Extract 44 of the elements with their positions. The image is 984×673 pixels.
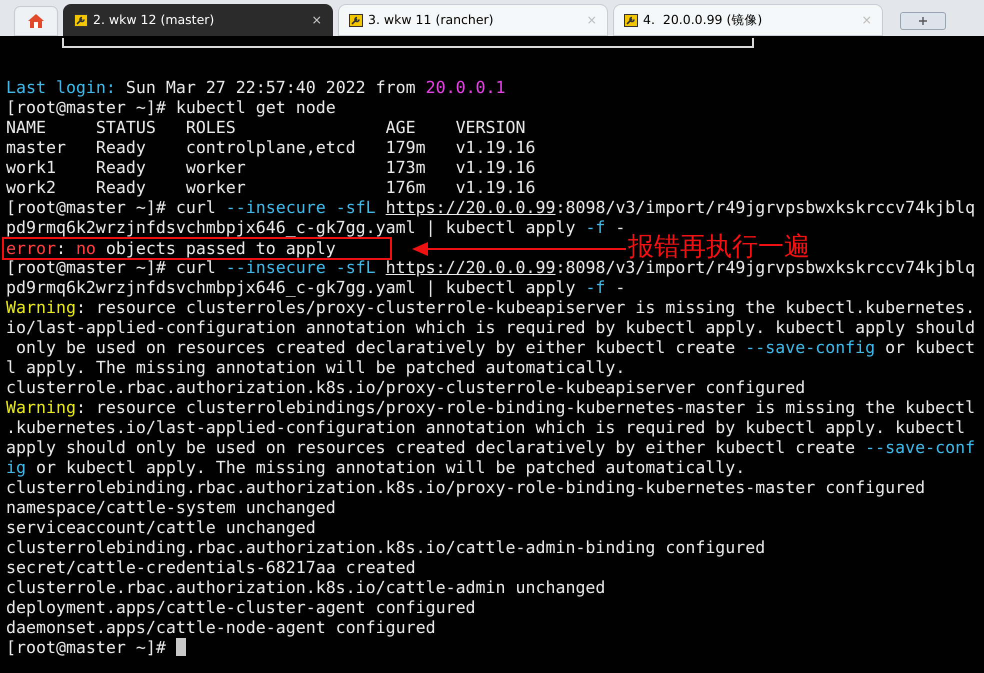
terminal-line: NAME STATUS ROLES AGE VERSION [6,118,526,138]
terminal-line: work2 Ready worker 176m v1.19.16 [6,178,536,198]
terminal-line: daemonset.apps/cattle-node-agent configured [6,618,436,638]
terminal-line: clusterrolebinding.rbac.authorization.k8s.io/cattle-admin-binding configured [6,538,766,558]
terminal-line: pd9rmq6k2wrzjnfdsvchmbpjx646_c-gk7gg.yaml | kubectl apply -f - [6,218,626,238]
terminal-line: Warning: resource clusterrolebindings/proxy-role-binding-kubernetes-master is missing the kubectl [6,398,976,418]
terminal-line: secret/cattle-credentials-68217aa created [6,558,416,578]
tab-label: 2. wkw 12 (master) [93,10,216,29]
terminal-line: [root@master ~]# kubectl get node [6,98,336,118]
terminal-line: clusterrole.rbac.authorization.k8s.io/cattle-admin unchanged [6,578,606,598]
terminal-line: serviceaccount/cattle unchanged [6,518,316,538]
terminal-line: [root@master ~]# curl --insecure -sfL https://20.0.0.99:8098/v3/import/r49jgrvpsbwxkskrccv74kjblq [6,258,976,278]
terminal-line: apply should only be used on resources created declaratively by either kubectl create --save-conf [6,438,976,458]
plus-icon [919,17,927,25]
terminal-line: pd9rmq6k2wrzjnfdsvchmbpjx646_c-gk7gg.yaml | kubectl apply -f - [6,278,626,298]
home-button[interactable] [14,6,58,36]
terminal-line: clusterrolebinding.rbac.authorization.k8s.io/proxy-role-binding-kubernetes-master configured [6,478,926,498]
terminal-line: Warning: resource clusterroles/proxy-clusterrole-kubeapiserver is missing the kubectl.kubernetes. [6,298,976,318]
tab[interactable]: 4. 20.0.0.99 (镜像) × [613,4,883,36]
tab[interactable]: 3. wkw 11 (rancher) × [338,4,608,36]
home-icon [27,13,45,29]
terminal-line: deployment.apps/cattle-cluster-agent configured [6,598,476,618]
terminal-line: namespace/cattle-system unchanged [6,498,336,518]
arrow-icon [412,241,626,257]
terminal-line: [root@master ~]# curl --insecure -sfL https://20.0.0.99:8098/v3/import/r49jgrvpsbwxkskrccv74kjblq [6,198,976,218]
terminal-line: error: no objects passed to apply [6,240,336,258]
terminal-line: only be used on resources created declaratively by either kubectl create --save-config or kubect [14,338,976,358]
terminal-line: master Ready controlplane,etcd 179m v1.19.16 [6,138,536,158]
tab-label: 4. 20.0.0.99 (镜像) [643,10,764,29]
wrench-icon [624,14,638,26]
terminal-line: [root@master ~]# [6,638,167,658]
terminal-line: io/last-applied-configuration annotation which is required by kubectl apply. kubectl apply should [6,318,976,338]
tab-label: 3. wkw 11 (rancher) [368,10,495,29]
terminal-line: l apply. The missing annotation will be patched automatically. [6,358,626,378]
close-icon[interactable]: × [312,10,322,30]
wrench-icon [349,14,363,26]
terminal-line: .kubernetes.io/last-applied-configuration annotation which is required by kubectl apply. kubectl [6,418,966,438]
terminal-line: Last login: Sun Mar 27 22:57:40 2022 from 20.0.0.1 [6,78,506,98]
terminal-line: ig or kubectl apply. The missing annotation will be patched automatically. [6,458,746,478]
terminal-line: clusterrole.rbac.authorization.k8s.io/proxy-clusterrole-kubeapiserver configured [6,378,806,398]
wrench-icon [74,14,88,26]
new-tab-button[interactable] [900,12,946,30]
terminal-line: work1 Ready worker 173m v1.19.16 [6,158,536,178]
tab[interactable]: 2. wkw 12 (master) × [63,4,333,36]
